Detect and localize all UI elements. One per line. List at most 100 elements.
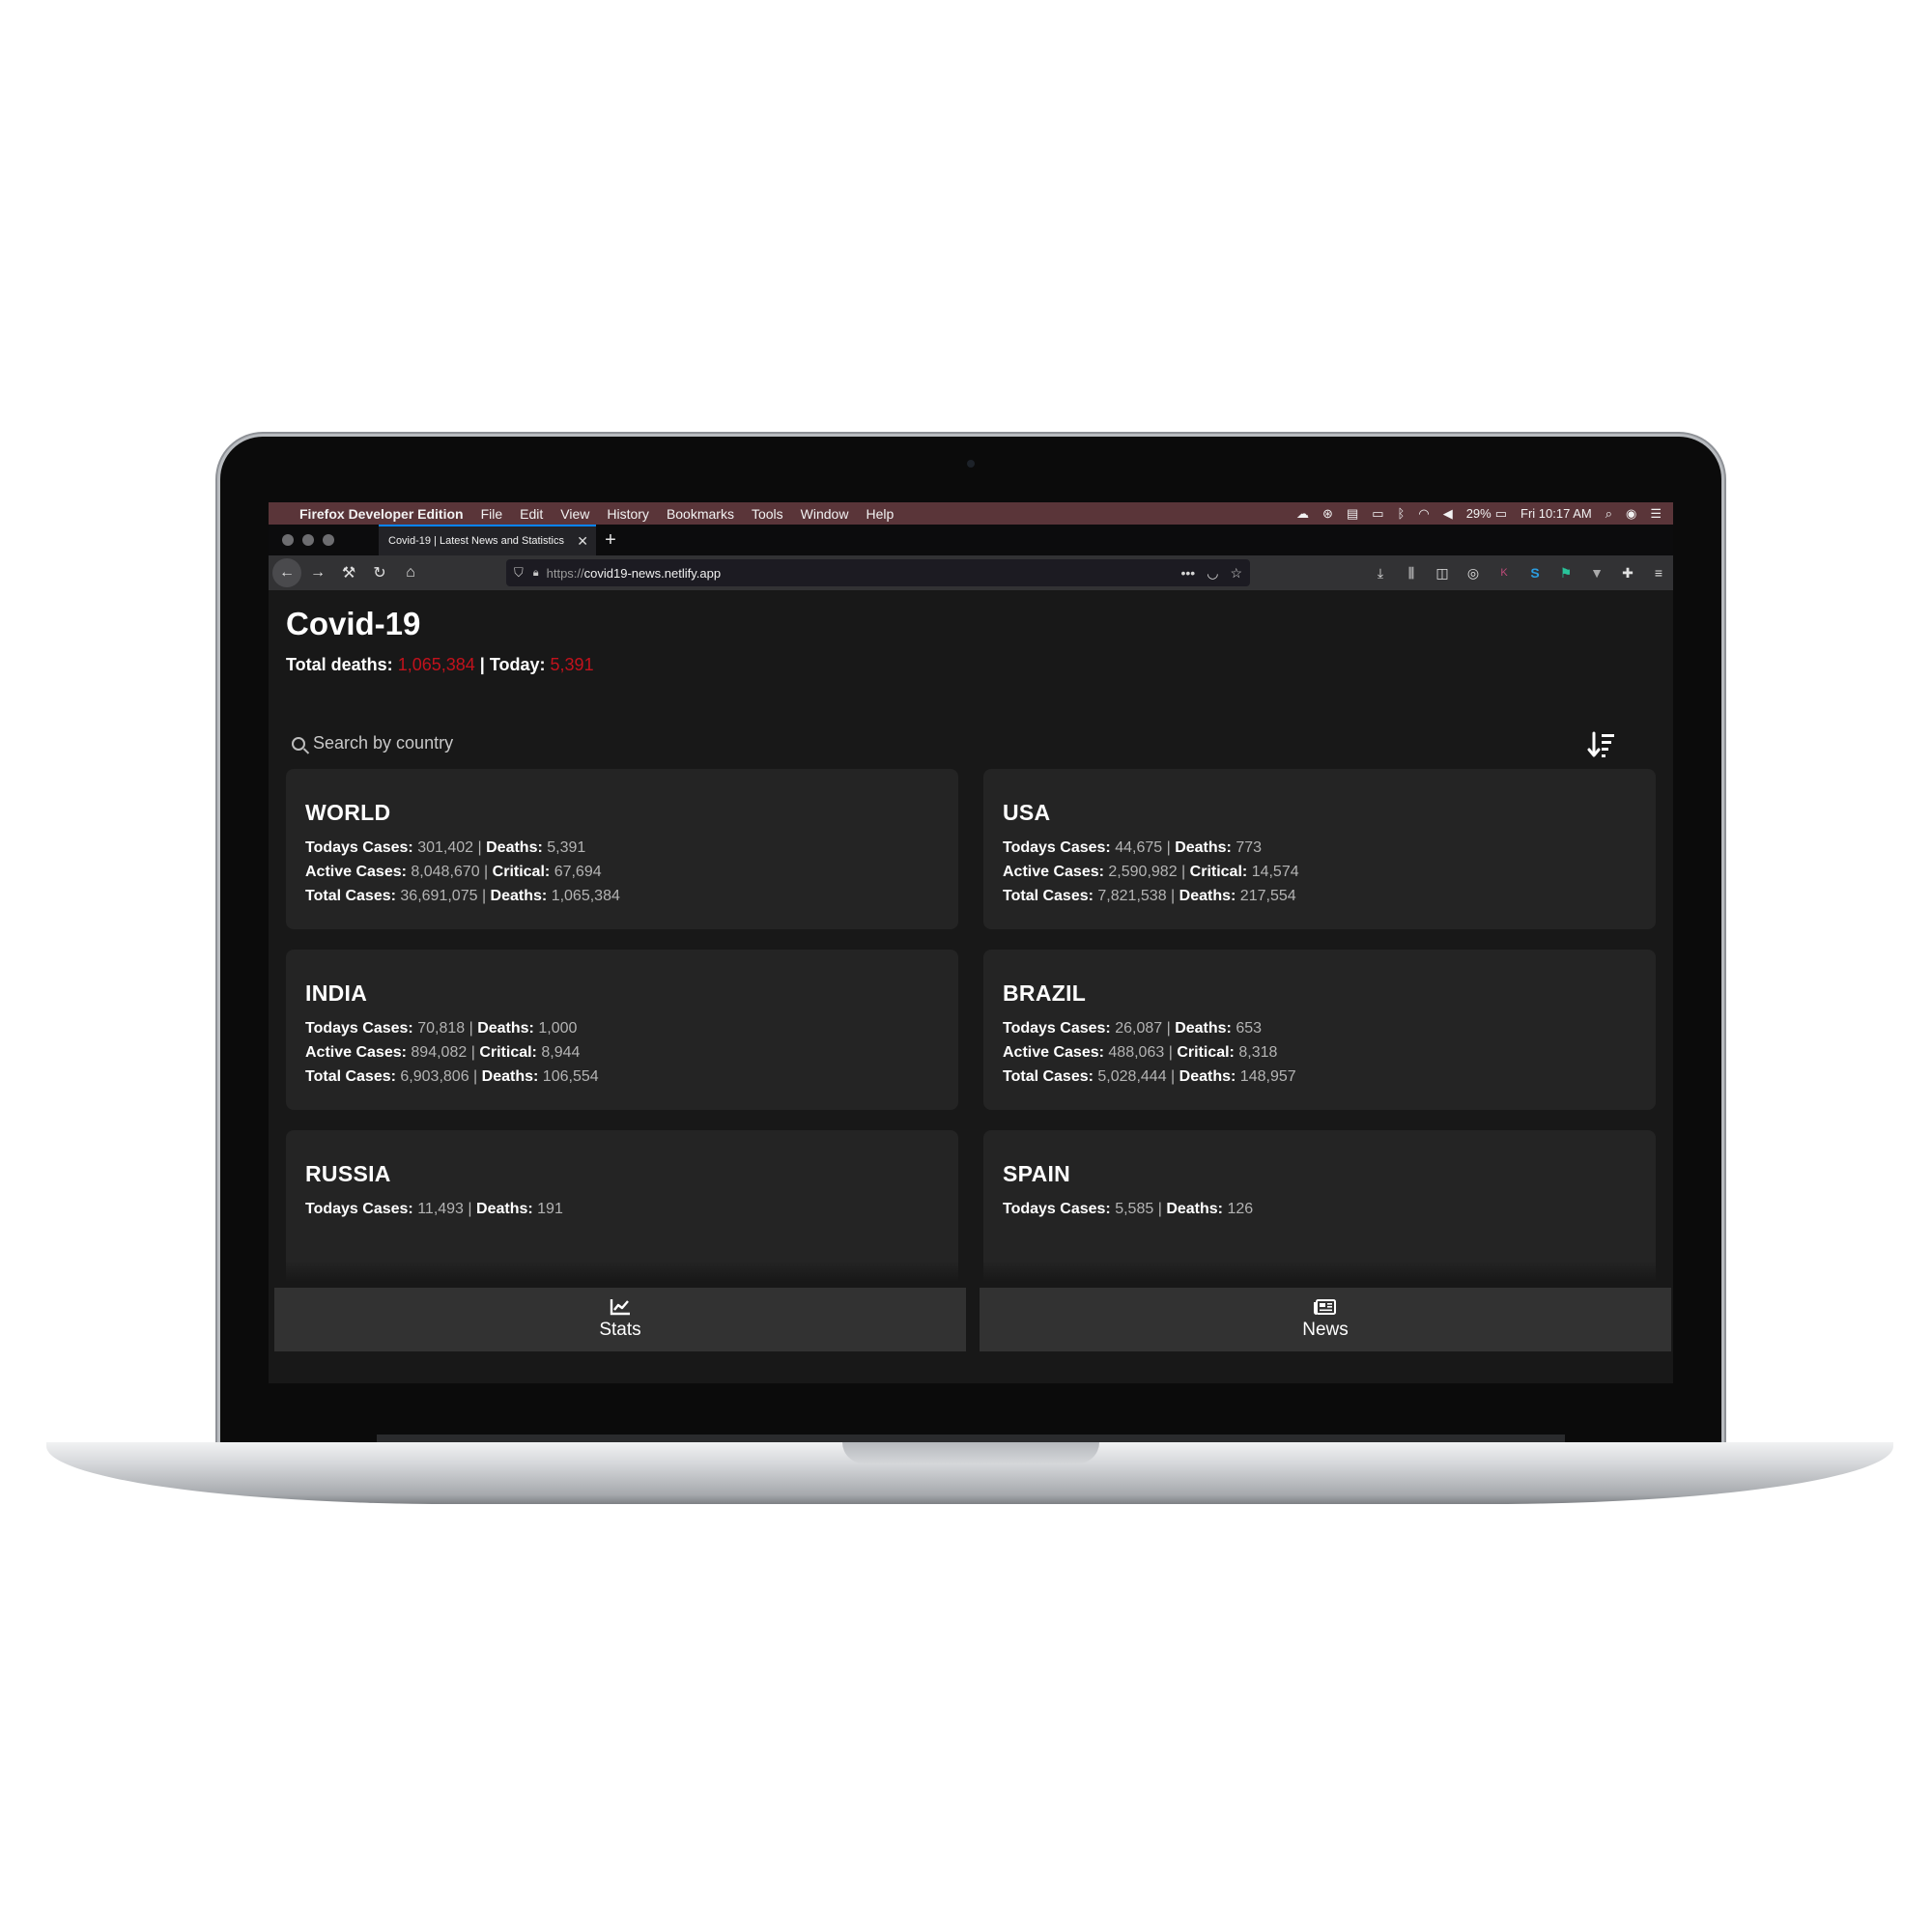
menu-help[interactable]: Help	[866, 506, 894, 522]
menu-edit[interactable]: Edit	[520, 506, 543, 522]
stat-value: 5,391	[547, 839, 586, 856]
stat-label: Todays Cases:	[305, 839, 413, 856]
menu-bookmarks[interactable]: Bookmarks	[667, 506, 734, 522]
creative-cloud-icon[interactable]: ☁	[1296, 506, 1309, 522]
todays-line: Todays Cases: 301,402 | Deaths: 5,391	[305, 836, 939, 860]
navigation-toolbar: ← → ⚒ ↻ ⌂ ⛉ 🔒︎ https://covid19-news.netl…	[269, 555, 1673, 590]
country-name: BRAZIL	[1003, 980, 1087, 1006]
sort-button[interactable]	[1576, 719, 1628, 771]
stat-label: Deaths:	[481, 1068, 539, 1085]
window-controls	[269, 525, 379, 555]
printer-icon[interactable]: ▤	[1347, 506, 1358, 522]
sort-descending-icon	[1587, 731, 1614, 757]
stat-label: Total Cases:	[305, 888, 396, 904]
library-icon[interactable]: ⫼	[1403, 565, 1420, 582]
extensions-puzzle-icon[interactable]: ✚	[1619, 565, 1636, 582]
stat-value: 773	[1236, 839, 1263, 856]
menu-view[interactable]: View	[560, 506, 589, 522]
downloads-icon[interactable]: ⤓	[1372, 565, 1389, 582]
zoom-window-button[interactable]	[323, 534, 334, 546]
volume-icon[interactable]: ◀	[1443, 506, 1453, 522]
country-name: SPAIN	[1003, 1161, 1071, 1186]
extension-vue-icon[interactable]: ▼	[1588, 565, 1605, 581]
spotlight-icon[interactable]: ⌕	[1605, 506, 1612, 522]
todays-line: Todays Cases: 70,818 | Deaths: 1,000	[305, 1016, 939, 1040]
pocket-icon[interactable]: ◡	[1207, 565, 1218, 582]
stat-value: 488,063	[1108, 1044, 1165, 1061]
battery-percent[interactable]: 29%	[1466, 506, 1492, 521]
home-button[interactable]: ⌂	[396, 558, 425, 587]
extension-s-icon[interactable]: S	[1526, 565, 1544, 581]
airplay-icon[interactable]: ▭	[1372, 506, 1383, 522]
stat-value: 8,944	[541, 1044, 581, 1061]
total-line: Total Cases: 6,903,806 | Deaths: 106,554	[305, 1065, 939, 1089]
country-name: INDIA	[305, 980, 368, 1006]
stat-value: 67,694	[554, 864, 602, 880]
menu-tools[interactable]: Tools	[752, 506, 783, 522]
reload-button[interactable]: ↻	[365, 558, 394, 587]
page-actions-icon[interactable]: •••	[1181, 565, 1196, 581]
stat-label: Todays Cases:	[305, 1020, 413, 1037]
tracking-shield-icon[interactable]: ⛉	[514, 565, 524, 581]
close-window-button[interactable]	[282, 534, 294, 546]
country-card-brazil[interactable]: BRAZIL Todays Cases: 26,087 | Deaths: 65…	[983, 950, 1656, 1110]
url-protocol: https://	[546, 565, 584, 581]
battery-icon[interactable]: ▭	[1495, 506, 1507, 522]
macos-menubar: Firefox Developer Edition File Edit View…	[269, 502, 1673, 525]
siri-icon[interactable]: ◉	[1626, 506, 1636, 522]
todays-line: Todays Cases: 5,585 | Deaths: 126	[1003, 1197, 1636, 1221]
new-tab-button[interactable]: +	[596, 525, 625, 555]
url-text[interactable]: https://covid19-news.netlify.app	[547, 566, 1170, 581]
todays-line: Todays Cases: 26,087 | Deaths: 653	[1003, 1016, 1636, 1040]
stats-tab-button[interactable]: Stats	[274, 1288, 966, 1351]
stat-value: 653	[1236, 1020, 1263, 1037]
todays-line: Todays Cases: 11,493 | Deaths: 191	[305, 1197, 939, 1221]
stat-label: Critical:	[1189, 864, 1248, 880]
bookmark-star-icon[interactable]: ☆	[1230, 565, 1242, 582]
stat-value: 14,574	[1251, 864, 1299, 880]
stat-separator: |	[1157, 1201, 1162, 1217]
menu-file[interactable]: File	[481, 506, 503, 522]
active-line: Active Cases: 894,082 | Critical: 8,944	[305, 1040, 939, 1065]
sidebar-icon[interactable]: ◫	[1434, 565, 1451, 582]
total-deaths-label: Total deaths:	[286, 655, 393, 674]
global-deaths-summary: Total deaths: 1,065,384 | Today: 5,391	[286, 655, 594, 675]
extension-k-icon[interactable]: K	[1495, 567, 1513, 579]
browser-tab-active[interactable]: Covid-19 | Latest News and Statistics ✕	[379, 525, 596, 555]
stat-label: Todays Cases:	[1003, 1201, 1111, 1217]
notification-center-icon[interactable]: ☰	[1650, 506, 1662, 522]
wrench-icon[interactable]: ⚒	[334, 558, 363, 587]
news-tab-button[interactable]: News	[980, 1288, 1671, 1351]
active-line: Active Cases: 488,063 | Critical: 8,318	[1003, 1040, 1636, 1065]
clock[interactable]: Fri 10:17 AM	[1520, 506, 1592, 521]
minimize-window-button[interactable]	[302, 534, 314, 546]
menu-history[interactable]: History	[607, 506, 649, 522]
country-card-usa[interactable]: USA Todays Cases: 44,675 | Deaths: 773 A…	[983, 769, 1656, 929]
country-card-india[interactable]: INDIA Todays Cases: 70,818 | Deaths: 1,0…	[286, 950, 958, 1110]
laptop-notch	[842, 1442, 1099, 1463]
menu-window[interactable]: Window	[801, 506, 849, 522]
stat-separator: |	[1171, 1068, 1176, 1085]
menu-app-name[interactable]: Firefox Developer Edition	[299, 506, 464, 522]
stat-value: 1,065,384	[551, 888, 620, 904]
search-input[interactable]: Search by country	[292, 733, 453, 753]
forward-button[interactable]: →	[303, 558, 332, 587]
newspaper-icon	[1314, 1299, 1336, 1315]
app-menu-icon[interactable]: ≡	[1650, 565, 1667, 581]
settings-icon[interactable]: ⊛	[1322, 506, 1333, 522]
wifi-icon[interactable]: ◠	[1418, 506, 1429, 522]
stat-value: 106,554	[542, 1068, 599, 1085]
stat-label: Deaths:	[490, 888, 548, 904]
url-bar[interactable]: ⛉ 🔒︎ https://covid19-news.netlify.app ••…	[506, 559, 1250, 586]
account-icon[interactable]: ◎	[1464, 565, 1482, 582]
close-tab-icon[interactable]: ✕	[577, 533, 588, 550]
bluetooth-icon[interactable]: ᛒ	[1398, 506, 1406, 521]
extension-runner-icon[interactable]: ⚑	[1557, 565, 1575, 582]
back-button[interactable]: ←	[272, 558, 301, 587]
lock-icon[interactable]: 🔒︎	[533, 567, 539, 580]
total-line: Total Cases: 5,028,444 | Deaths: 148,957	[1003, 1065, 1636, 1089]
stat-label: Active Cases:	[1003, 1044, 1104, 1061]
country-card-world[interactable]: WORLD Todays Cases: 301,402 | Deaths: 5,…	[286, 769, 958, 929]
news-tab-label: News	[1302, 1320, 1349, 1340]
stat-label: Critical:	[479, 1044, 537, 1061]
